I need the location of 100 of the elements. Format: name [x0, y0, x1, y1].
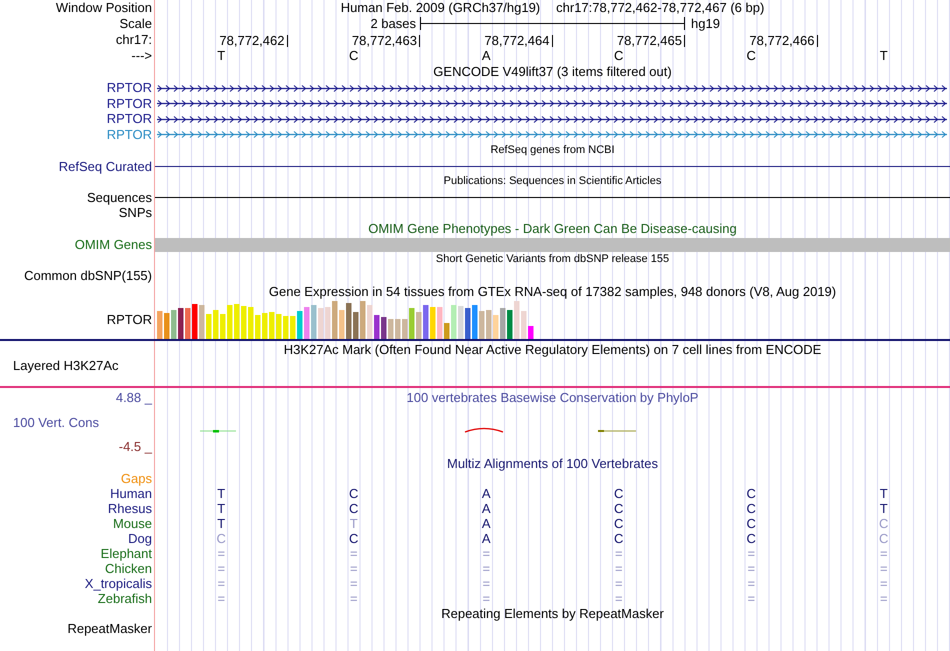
- aligned-base: =: [350, 576, 358, 590]
- aligned-base: A: [482, 502, 491, 516]
- position-range: chr17:78,772,462-78,772,467 (6 bp): [556, 1, 764, 15]
- ruler-position: 78,772,464: [484, 34, 552, 46]
- track-label: Sequences: [86, 190, 152, 204]
- aligned-base: C: [349, 502, 358, 516]
- track-title: GENCODE V49lift37 (3 items filtered out): [433, 65, 672, 79]
- aligned-base: =: [614, 562, 623, 576]
- aligned-base: A: [482, 516, 491, 530]
- track-label: OMIM Genes: [74, 238, 152, 252]
- track-label: 100 Vert. Cons: [13, 416, 99, 430]
- aligned-base: =: [614, 592, 623, 606]
- track-label: Rhesus: [108, 502, 152, 516]
- aligned-base: C: [216, 532, 226, 546]
- track-title: Repeating Elements by RepeatMasker: [441, 606, 664, 620]
- aligned-base: T: [217, 486, 226, 500]
- aligned-base: C: [746, 516, 756, 530]
- aligned-base: T: [880, 486, 888, 500]
- track-label: Scale: [119, 17, 152, 31]
- aligned-base: =: [217, 576, 226, 590]
- aligned-base: =: [482, 546, 490, 560]
- aligned-base: C: [349, 532, 358, 546]
- track-label: Elephant: [100, 546, 152, 560]
- base-letter: A: [482, 49, 491, 63]
- base-letter: T: [217, 49, 226, 63]
- aligned-base: =: [747, 546, 756, 560]
- track-title: OMIM Gene Phenotypes - Dark Green Can Be Disease-causing: [368, 222, 737, 236]
- track-label: RPTOR: [106, 112, 152, 126]
- aligned-base: =: [350, 592, 358, 606]
- track-title: RefSeq genes from NCBI: [490, 144, 615, 156]
- ruler-position: 78,772,462: [219, 34, 288, 46]
- track-label: RPTOR: [106, 96, 152, 110]
- track-label: Layered H3K27Ac: [13, 359, 119, 373]
- aligned-base: C: [746, 486, 756, 500]
- ruler-position: 78,772,463: [352, 34, 420, 46]
- track-label: chr17:: [116, 33, 152, 47]
- aligned-base: =: [350, 562, 358, 576]
- aligned-base: C: [746, 532, 756, 546]
- aligned-base: =: [880, 592, 888, 606]
- aligned-base: C: [614, 516, 624, 530]
- track-label: -4.5 _: [118, 440, 152, 454]
- base-letter: C: [614, 49, 624, 63]
- track-title: 100 vertebrates Basewise Conservation by PhyloP: [406, 391, 698, 405]
- aligned-base: =: [614, 576, 623, 590]
- track-label: Chicken: [105, 562, 152, 576]
- track-label: Mouse: [112, 516, 152, 530]
- track-title: Short Genetic Variants from dbSNP release 155: [436, 254, 670, 266]
- track-label: Human: [110, 486, 152, 500]
- aligned-base: =: [482, 592, 490, 606]
- track-label: Zebrafish: [98, 592, 152, 606]
- aligned-base: C: [614, 486, 624, 500]
- aligned-base: =: [482, 562, 490, 576]
- base-letter: C: [746, 49, 756, 63]
- track-label: RefSeq Curated: [58, 160, 152, 174]
- aligned-base: =: [880, 562, 888, 576]
- assembly-title: Human Feb. 2009 (GRCh37/hg19): [340, 1, 540, 15]
- aligned-base: C: [879, 532, 888, 546]
- base-letter: C: [349, 49, 358, 63]
- aligned-base: A: [482, 532, 491, 546]
- aligned-base: T: [880, 502, 888, 516]
- aligned-base: =: [880, 576, 888, 590]
- aligned-base: A: [482, 486, 491, 500]
- track-label: X_tropicalis: [84, 576, 152, 590]
- aligned-base: =: [217, 592, 226, 606]
- track-title: Multiz Alignments of 100 Vertebrates: [446, 457, 658, 471]
- assembly-name: hg19: [691, 17, 720, 31]
- aligned-base: =: [350, 546, 358, 560]
- track-label: RPTOR: [106, 128, 152, 142]
- track-label: Window Position: [56, 1, 152, 15]
- aligned-base: =: [747, 562, 756, 576]
- track-label: RPTOR: [106, 312, 152, 326]
- aligned-base: =: [217, 546, 226, 560]
- track-label: RPTOR: [106, 81, 152, 95]
- aligned-base: C: [614, 502, 624, 516]
- aligned-base: T: [217, 502, 226, 516]
- track-label: 4.88 _: [116, 391, 152, 405]
- aligned-base: T: [217, 516, 226, 530]
- track-label: --->: [131, 49, 152, 63]
- aligned-base: =: [614, 546, 623, 560]
- aligned-base: C: [879, 516, 888, 530]
- aligned-base: =: [747, 592, 756, 606]
- track-title: Publications: Sequences in Scientific Articles: [444, 176, 662, 188]
- track-title: H3K27Ac Mark (Often Found Near Active Regulatory Elements) on 7 cell lines from ENCODE: [284, 343, 822, 357]
- aligned-base: =: [482, 576, 490, 590]
- aligned-base: =: [217, 562, 226, 576]
- track-label: Common dbSNP(155): [24, 269, 152, 283]
- aligned-base: T: [350, 516, 358, 530]
- track-label: RepeatMasker: [67, 622, 152, 636]
- aligned-base: C: [614, 532, 624, 546]
- scale-length: 2 bases: [370, 17, 416, 31]
- base-letter: T: [880, 49, 888, 63]
- aligned-base: =: [880, 546, 888, 560]
- ruler-position: 78,772,465: [616, 34, 685, 46]
- ruler-position: 78,772,466: [749, 34, 818, 46]
- track-label: Dog: [128, 532, 152, 546]
- aligned-base: =: [747, 576, 756, 590]
- aligned-base: C: [746, 502, 756, 516]
- track-title: Gene Expression in 54 tissues from GTEx RNA-seq of 17382 samples, 948 donors (V8, Aug 2019): [268, 285, 836, 299]
- aligned-base: C: [349, 486, 358, 500]
- track-label: SNPs: [118, 206, 152, 220]
